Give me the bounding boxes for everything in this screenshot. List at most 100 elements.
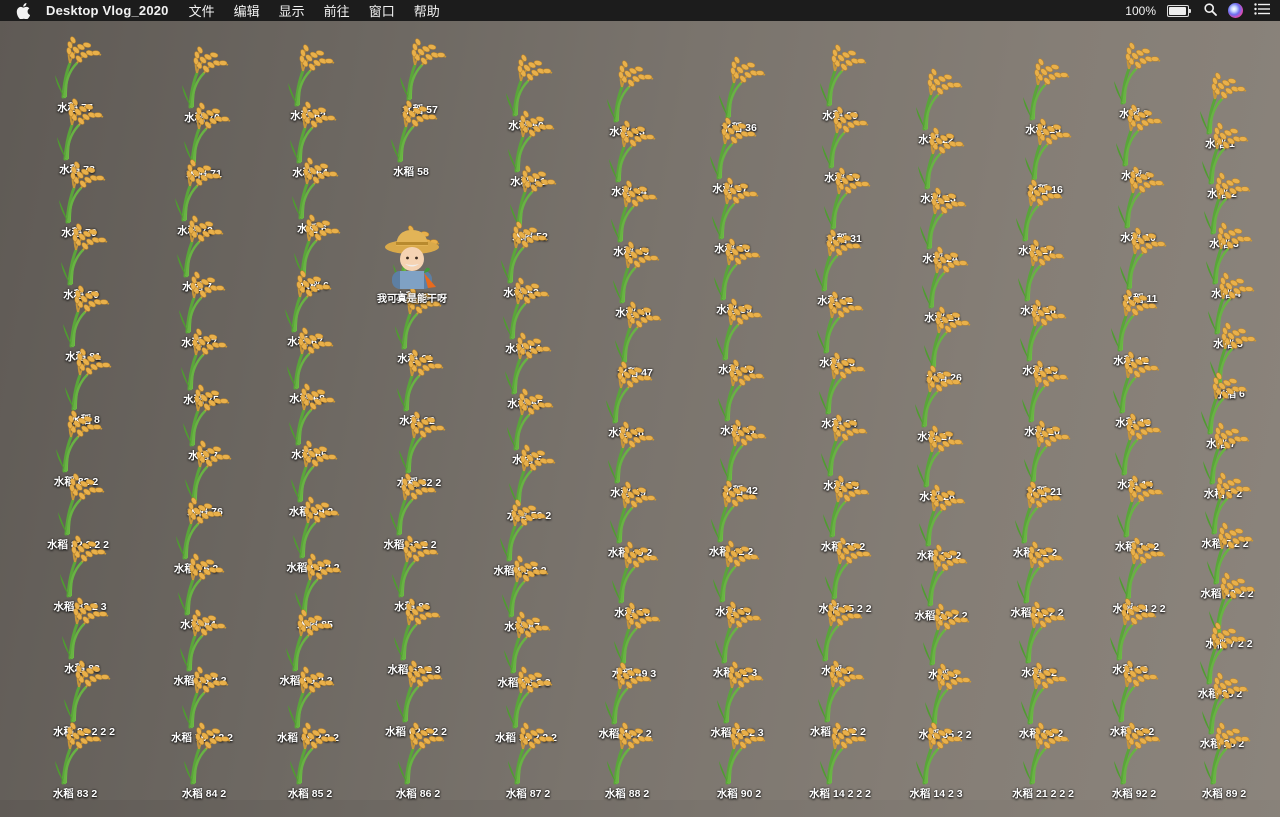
rice-plant-icon [920,187,967,250]
farmer-file-icon[interactable]: 我可真是能干呀 [367,225,457,321]
rice-plant-icon [508,722,555,785]
rice-plant-icon [287,326,334,389]
rice-plant-icon [1025,118,1072,181]
rice-plant-icon [1022,360,1069,423]
rice-file-icon[interactable]: 水稻 84 2 [159,721,249,817]
rice-plant-icon [924,306,971,369]
menu-view[interactable]: 显示 [279,1,305,20]
rice-plant-icon [1024,420,1071,483]
rice-plant-icon [61,223,108,286]
rice-plant-icon [1018,239,1065,302]
rice-file-label: 水稻 21 2 2 2 [1012,788,1074,800]
rice-plant-icon [916,68,963,131]
rice-plant-icon [505,332,552,395]
rice-file-icon[interactable]: 水稻 85 2 [265,721,355,817]
rice-plant-icon [819,352,866,415]
rice-plant-icon [824,167,871,230]
rice-plant-icon [391,100,438,163]
rice-plant-icon [821,414,868,477]
rice-file-icon[interactable]: 水稻 14 2 3 [891,721,981,817]
rice-plant-icon [180,609,227,672]
rice-plant-icon [717,661,764,724]
spotlight-search-icon[interactable] [1204,2,1217,19]
rice-plant-icon [185,440,232,503]
rice-file-icon[interactable]: 水稻 86 2 [373,721,463,817]
rice-plant-icon [290,722,337,785]
rice-plant-icon [1112,660,1159,723]
apple-logo-icon[interactable] [16,2,30,19]
rice-plant-icon [182,46,229,109]
rice-file-label: 水稻 86 2 [395,788,441,800]
rice-plant-icon [816,599,863,662]
rice-plant-icon [607,60,654,123]
rice-file-icon[interactable]: 水稻 14 2 2 2 [795,721,885,817]
rice-plant-icon [605,662,652,725]
rice-plant-icon [1021,662,1068,725]
rice-file-label: 水稻 83 2 [52,788,98,800]
rice-plant-icon [822,106,869,169]
menu-edit[interactable]: 编辑 [234,1,260,20]
battery-icon[interactable] [1167,4,1191,17]
rice-plant-icon [720,419,767,482]
rice-plant-icon [397,349,444,412]
rice-plant-icon [1017,541,1064,604]
rice-plant-icon [917,425,964,488]
rice-file-icon[interactable]: 水稻 89 2 [1179,721,1269,817]
app-name[interactable]: Desktop Vlog_2020 [46,3,169,18]
battery-percent[interactable]: 100% [1125,4,1156,18]
rice-plant-icon [182,666,229,729]
rice-plant-icon [613,240,660,304]
siri-icon[interactable] [1228,3,1243,18]
rice-file-icon[interactable]: 水稻 88 2 [582,721,672,817]
rice-plant-icon [56,410,103,473]
rice-file-icon[interactable]: 水稻 58 [366,99,456,195]
rice-plant-icon [1113,351,1160,414]
rice-plant-icon [504,611,551,674]
rice-plant-icon [820,44,867,107]
rice-plant-icon [400,38,447,101]
rice-plant-icon [823,475,870,538]
rice-plant-icon [502,555,549,618]
rice-plant-icon [288,44,335,107]
rice-plant-icon [820,722,867,785]
control-center-icon[interactable] [1254,3,1270,18]
rice-plant-icon [286,609,333,672]
rice-plant-icon [57,98,104,161]
rice-plant-icon [718,359,765,422]
menu-help[interactable]: 帮助 [414,1,440,20]
rice-plant-icon [396,660,443,723]
rice-plant-icon [62,597,109,660]
rice-plant-icon [1019,601,1066,664]
rice-plant-icon [288,665,335,728]
menu-window[interactable]: 窗口 [369,1,395,20]
rice-file-icon[interactable]: 水稻 90 2 [694,721,784,817]
rice-plant-icon [715,601,762,664]
rice-plant-icon [612,541,659,604]
menu-file[interactable]: 文件 [189,1,215,20]
rice-file-icon[interactable]: 水稻 92 2 [1089,721,1179,817]
farmer-label: 我可真是能干呀 [377,294,447,305]
rice-plant-icon [508,110,555,173]
rice-plant-icon [292,157,339,220]
rice-file-icon[interactable]: 水稻 87 2 [483,721,573,817]
rice-plant-icon [1015,480,1062,544]
rice-plant-icon [183,384,230,447]
rice-plant-icon [615,301,662,364]
rice-file-icon[interactable]: 水稻 83 2 [30,721,120,817]
rice-plant-icon [1023,722,1070,785]
rice-plant-icon [510,165,557,228]
rice-plant-icon [918,127,965,190]
menu-go[interactable]: 前往 [324,1,350,20]
desktop[interactable]: 水稻 77 水稻 78 水稻 79 水稻 80 水稻 81 8 水稻 82 2 … [0,21,1280,800]
rice-plant-icon [294,213,341,276]
rice-plant-icon [710,116,757,180]
rice-plant-icon [916,722,963,785]
rice-plant-icon [285,270,332,333]
rice-plant-icon [1204,722,1251,785]
rice-plant-icon [509,444,556,507]
rice-file-label: 水稻 84 2 [181,788,227,800]
rice-plant-icon [506,666,553,729]
rice-file-icon[interactable]: 水稻 21 2 2 2 [998,721,1088,817]
rice-plant-icon [293,496,340,559]
rice-plant-icon [1118,166,1165,229]
